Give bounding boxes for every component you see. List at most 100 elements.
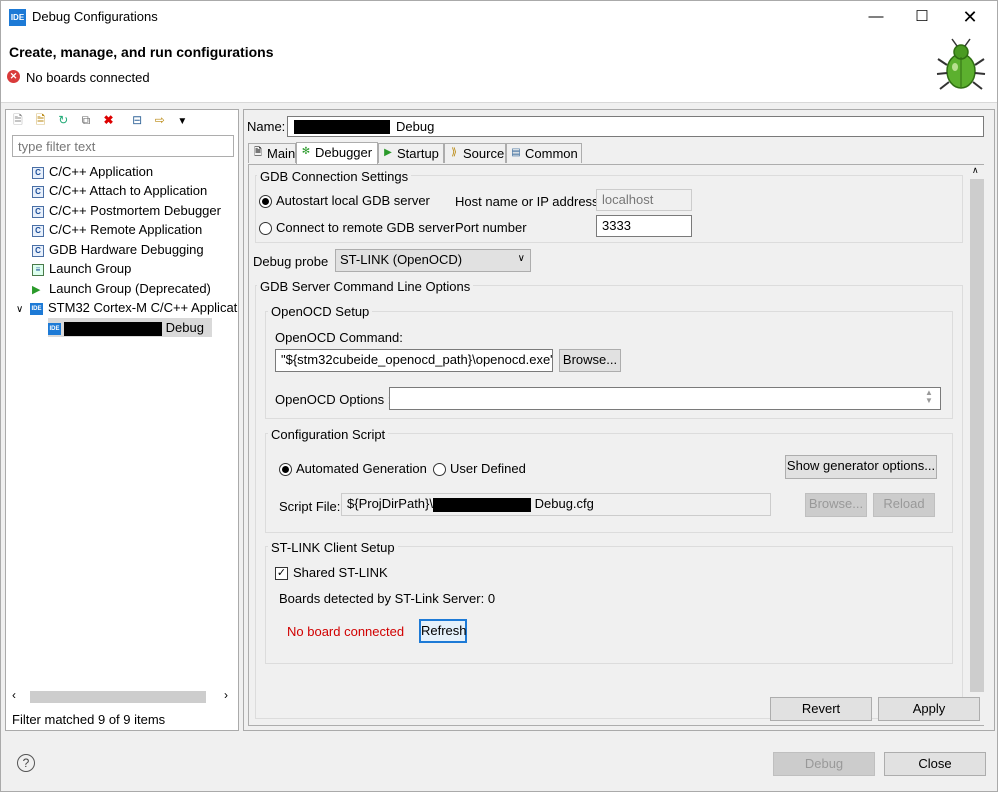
options-spin-icon[interactable]: ▲ ▼ — [925, 389, 933, 405]
revert-button[interactable]: Revert — [770, 697, 872, 721]
tree-item-cpp-attach[interactable]: C C/C++ Attach to Application — [32, 181, 207, 200]
ide-app-icon: IDE — [9, 9, 26, 26]
shared-stlink-checkbox[interactable]: ✓ Shared ST-LINK — [275, 565, 388, 581]
debugger-tab-content: GDB Connection Settings Autostart local … — [248, 164, 985, 726]
config-name-field[interactable]: Debug — [287, 116, 984, 137]
scroll-up-icon[interactable]: ∧ — [972, 165, 979, 176]
name-label: Name: — [247, 119, 286, 134]
host-label: Host name or IP address — [455, 194, 599, 209]
no-board-connected-text: No board connected — [287, 624, 405, 639]
openocd-options-field[interactable] — [389, 387, 941, 410]
reload-button[interactable]: Reload — [873, 493, 935, 517]
tree-toolbar: 🗎 🗎 ↻ ⧉ ✖ ⊟ ⇨ ▼ — [10, 112, 193, 132]
debug-probe-label: Debug probe — [253, 254, 329, 269]
scroll-left-icon[interactable]: ‹ — [12, 688, 16, 702]
delete-config-icon[interactable]: ✖ — [101, 112, 117, 128]
tree-item-gdb-hardware[interactable]: C GDB Hardware Debugging — [32, 240, 204, 259]
scroll-right-icon[interactable]: › — [224, 688, 228, 702]
debug-configurations-window: IDE Debug Configurations — ☐ ✕ Create, m… — [0, 0, 998, 792]
collapse-all-icon[interactable]: ⊟ — [129, 112, 145, 128]
redacted-project-name — [433, 497, 531, 512]
openocd-command-field[interactable]: "${stm32cubeide_openocd_path}\openocd.ex… — [275, 349, 553, 372]
redacted-project-name — [294, 119, 390, 134]
tree-item-launch-group[interactable]: ≡ Launch Group — [32, 259, 131, 278]
c-config-icon: C — [32, 244, 44, 257]
dialog-header: Create, manage, and run configurations ✕… — [1, 33, 997, 103]
port-label: Port number — [455, 220, 527, 235]
show-generator-options-button[interactable]: Show generator options... — [785, 455, 937, 479]
maximize-button[interactable]: ☐ — [899, 1, 945, 33]
tree-item-launch-group-deprecated[interactable]: ▶ Launch Group (Deprecated) — [32, 279, 211, 298]
redacted-project-name — [64, 321, 162, 336]
horizontal-scrollbar[interactable]: ‹ › — [10, 688, 236, 705]
openocd-options-label: OpenOCD Options : — [275, 392, 392, 407]
openocd-browse-button[interactable]: Browse... — [559, 349, 621, 372]
tab-common[interactable]: ▤ Common — [506, 143, 582, 163]
c-config-icon: C — [32, 224, 44, 237]
source-tab-icon: ⟫ — [451, 147, 457, 158]
duplicate-config-icon[interactable]: ⧉ — [78, 112, 94, 128]
user-defined-radio[interactable]: User Defined — [433, 461, 526, 477]
chevron-down-icon[interactable]: ∨ — [16, 300, 30, 319]
title-bar: IDE Debug Configurations — ☐ ✕ — [1, 1, 997, 33]
c-config-icon: C — [32, 185, 44, 198]
debug-probe-select[interactable]: ST-LINK (OpenOCD) ∨ — [335, 249, 531, 272]
tree-item-cpp-application[interactable]: C C/C++ Application — [32, 162, 153, 181]
c-config-icon: C — [32, 166, 44, 179]
checkmark-icon: ✓ — [275, 567, 288, 581]
tree-item-cpp-remote[interactable]: C C/C++ Remote Application — [32, 220, 202, 239]
window-title: Debug Configurations — [32, 9, 158, 24]
scroll-thumb[interactable] — [30, 691, 206, 703]
tree-item-selected-debug[interactable]: IDE Debug — [48, 318, 212, 337]
view-menu-chevron-icon[interactable]: ▼ — [174, 114, 190, 130]
debug-button[interactable]: Debug — [773, 752, 875, 776]
tab-startup[interactable]: ▶ Startup — [378, 143, 444, 163]
filter-input[interactable]: type filter text — [12, 135, 234, 157]
main-tab-icon: 🗎 — [253, 147, 263, 158]
openocd-command-label: OpenOCD Command: — [275, 330, 403, 345]
close-window-button[interactable]: ✕ — [947, 1, 993, 33]
configuration-tree-panel: 🗎 🗎 ↻ ⧉ ✖ ⊟ ⇨ ▼ type filter text C C/C++ … — [5, 109, 239, 731]
debugger-tab-icon: ✻ — [301, 146, 311, 157]
dialog-title: Create, manage, and run configurations — [9, 44, 274, 60]
script-browse-button[interactable]: Browse... — [805, 493, 867, 517]
tab-main[interactable]: 🗎 Main — [248, 143, 296, 163]
boards-detected-text: Boards detected by ST-Link Server: 0 — [279, 591, 496, 606]
new-config-icon[interactable]: 🗎 — [10, 112, 26, 128]
scroll-thumb[interactable] — [970, 179, 984, 692]
startup-tab-icon: ▶ — [384, 147, 392, 158]
script-file-label: Script File: — [279, 499, 341, 514]
configuration-script-group — [265, 433, 953, 533]
configuration-editor-panel: Name: Debug 🗎 Main ✻ Debugger ▶ Startup ⟫ So… — [243, 109, 995, 731]
ide-config-icon: IDE — [30, 302, 43, 315]
launch-group-icon: ≡ — [32, 263, 44, 276]
close-button[interactable]: Close — [884, 752, 986, 776]
remote-radio[interactable]: Connect to remote GDB server — [259, 220, 454, 236]
automated-generation-radio[interactable]: Automated Generation — [279, 461, 427, 477]
gdb-connection-title: GDB Connection Settings — [257, 169, 412, 184]
autostart-radio[interactable]: Autostart local GDB server — [259, 193, 430, 209]
server-options-title: GDB Server Command Line Options — [257, 279, 474, 294]
chevron-down-icon: ∨ — [517, 253, 525, 264]
tab-source[interactable]: ⟫ Source — [444, 143, 506, 163]
error-icon: ✕ — [7, 70, 20, 83]
tree-item-cpp-postmortem[interactable]: C C/C++ Postmortem Debugger — [32, 201, 221, 220]
filter-status: Filter matched 9 of 9 items — [12, 712, 166, 727]
common-tab-icon: ▤ — [511, 147, 521, 158]
script-file-field[interactable]: ${ProjDirPath}\ Debug.cfg — [341, 493, 771, 516]
new-prototype-icon[interactable]: 🗎 — [33, 112, 49, 128]
export-config-icon[interactable]: ↻ — [55, 112, 71, 128]
configuration-script-title: Configuration Script — [268, 427, 389, 442]
host-field[interactable]: localhost — [596, 189, 692, 211]
tab-debugger[interactable]: ✻ Debugger — [296, 142, 378, 164]
apply-button[interactable]: Apply — [878, 697, 980, 721]
refresh-button[interactable]: Refresh — [419, 619, 467, 643]
port-field[interactable]: 3333 — [596, 215, 692, 237]
ide-config-icon: IDE — [48, 322, 61, 335]
minimize-button[interactable]: — — [853, 1, 899, 33]
header-message: No boards connected — [26, 70, 150, 85]
tree-item-stm32-cortex[interactable]: ∨ IDE STM32 Cortex-M C/C++ Applicat — [16, 298, 237, 317]
filter-configs-icon[interactable]: ⇨ — [152, 112, 168, 128]
c-config-icon: C — [32, 205, 44, 218]
help-icon[interactable]: ? — [17, 754, 35, 772]
